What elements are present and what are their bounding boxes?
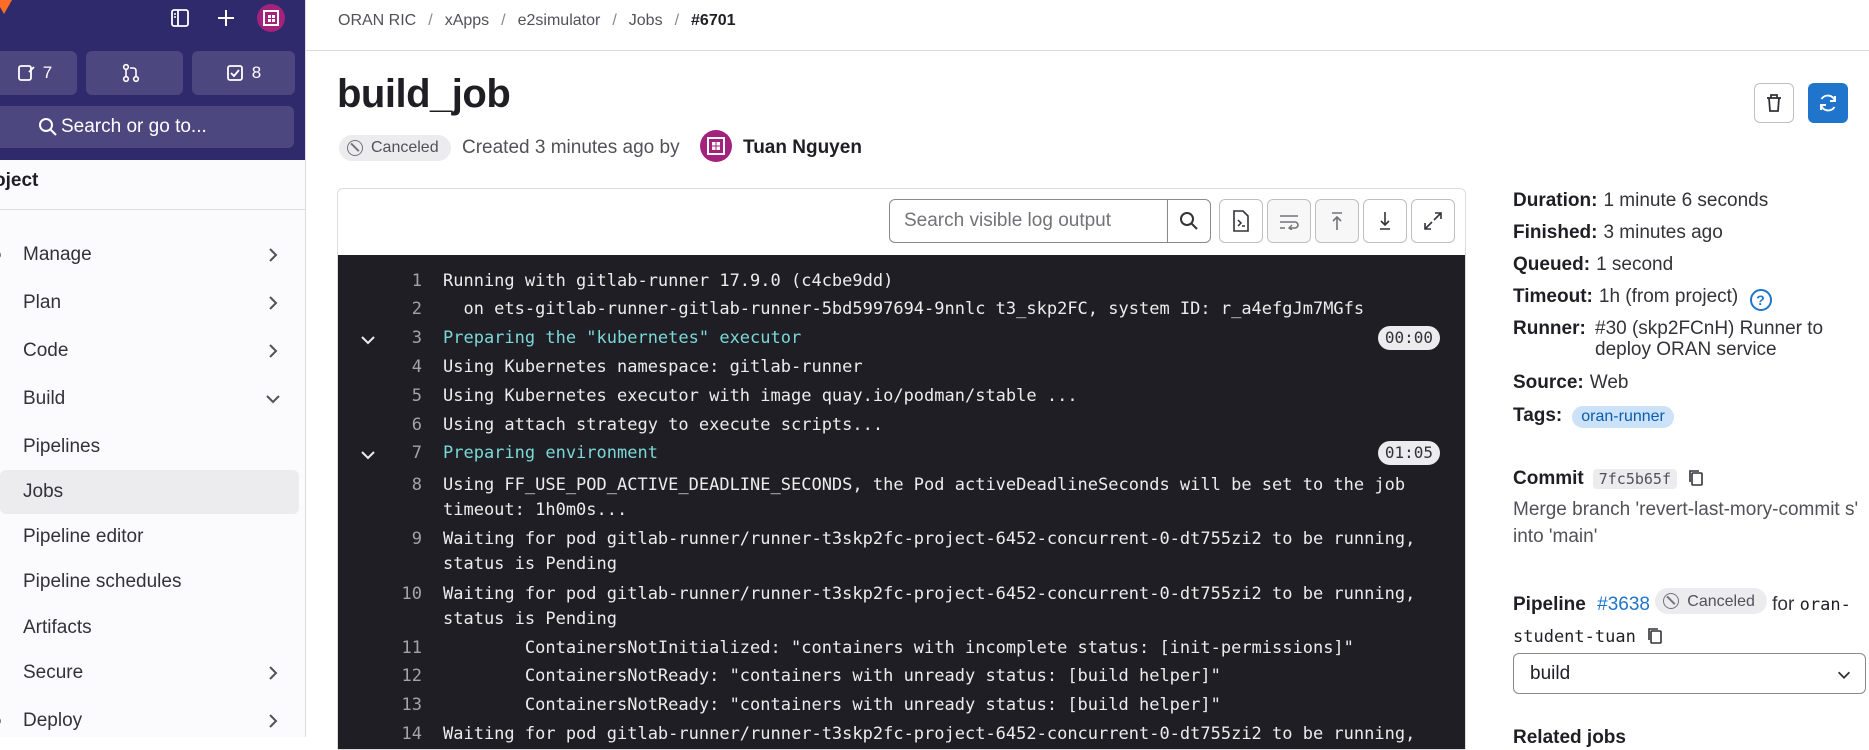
issues-icon xyxy=(17,65,35,81)
stage-select[interactable]: build xyxy=(1513,653,1866,694)
manage-icon xyxy=(0,247,6,263)
issues-counter-button[interactable]: 7 xyxy=(0,51,77,95)
sidebar-item-deploy[interactable]: Deploy xyxy=(0,699,299,737)
commit-sha-link[interactable]: 7fc5b65f xyxy=(1592,469,1677,489)
create-new-icon[interactable] xyxy=(212,4,240,32)
todos-counter-button[interactable]: 8 xyxy=(192,51,295,95)
canceled-status-icon xyxy=(347,140,363,156)
commit-message: Merge branch 'revert-last-mory-commit s'… xyxy=(1513,499,1859,547)
pipeline-row: Pipeline #3638 Canceled for oran-student… xyxy=(1513,588,1869,653)
wrap-lines-button[interactable] xyxy=(1267,199,1311,243)
merge-requests-counter-button[interactable] xyxy=(86,51,183,95)
runner-row: Runner: #30 (skp2FCnH) Runner to deploy … xyxy=(1513,318,1824,360)
copy-icon[interactable] xyxy=(1688,469,1704,487)
breadcrumb-current[interactable]: #6701 xyxy=(691,12,736,30)
sidebar-item-pipelines[interactable]: Pipelines xyxy=(0,425,299,469)
fullscreen-button[interactable] xyxy=(1411,199,1455,243)
breadcrumb: ORAN RIC / xApps / e2simulator / Jobs / … xyxy=(338,10,736,32)
section-duration-badge: 01:05 xyxy=(1377,441,1440,465)
scroll-to-top-button[interactable] xyxy=(1315,199,1359,243)
chevron-right-icon xyxy=(269,666,278,680)
left-sidebar: 7 8 Search or go to... oject Manage Plan… xyxy=(0,0,306,737)
chevron-right-icon xyxy=(269,714,278,728)
log-search-input[interactable] xyxy=(889,199,1167,243)
log-toolbar xyxy=(338,189,1465,255)
canceled-status-icon xyxy=(1663,593,1680,609)
copy-icon[interactable] xyxy=(1647,627,1663,645)
sidebar-item-secure[interactable]: Secure xyxy=(0,651,299,695)
search-icon xyxy=(1180,212,1198,230)
show-raw-log-button[interactable] xyxy=(1219,199,1263,243)
breadcrumb-separator: / xyxy=(428,12,433,29)
toggle-sidebar-icon[interactable] xyxy=(166,4,194,32)
commit-row: Commit 7fc5b65f xyxy=(1513,468,1704,490)
status-badge[interactable]: Canceled xyxy=(339,135,451,161)
sidebar-header: 7 8 Search or go to... xyxy=(0,0,305,160)
maximize-icon xyxy=(1424,212,1442,230)
sidebar-item-jobs[interactable]: Jobs xyxy=(0,470,299,514)
scroll-to-bottom-button[interactable] xyxy=(1363,199,1407,243)
timeout-row: Timeout: 1h (from project) ? xyxy=(1513,286,1772,311)
related-jobs-heading: Related jobs xyxy=(1513,727,1626,748)
sidebar-item-artifacts[interactable]: Artifacts xyxy=(0,606,299,650)
sidebar-divider xyxy=(0,209,305,210)
sidebar-item-code[interactable]: Code xyxy=(0,329,299,373)
breadcrumb-separator: / xyxy=(501,12,506,29)
deploy-icon xyxy=(0,713,6,729)
tags-row: Tags: oran-runner xyxy=(1513,405,1674,428)
breadcrumb-separator: / xyxy=(674,12,680,29)
merge-request-icon xyxy=(122,63,139,83)
scroll-up-icon xyxy=(1332,212,1342,230)
todo-icon xyxy=(226,65,243,81)
chevron-right-icon xyxy=(269,344,278,358)
page-title: build_job xyxy=(337,72,511,116)
breadcrumb-item[interactable]: xApps xyxy=(445,12,489,30)
search-or-go-to-button[interactable]: Search or go to... xyxy=(0,106,294,148)
job-details-sidebar: Duration: 1 minute 6 seconds Finished: 3 m… xyxy=(1513,0,1869,748)
job-log-panel: 1 Running with gitlab-runner 17.9.0 (c4c… xyxy=(337,188,1466,750)
breadcrumb-item[interactable]: ORAN RIC xyxy=(338,12,416,30)
queued-row: Queued: 1 second xyxy=(1513,254,1674,275)
chevron-down-icon xyxy=(266,395,280,404)
text-wrap-icon xyxy=(1280,215,1299,230)
breadcrumb-item[interactable]: e2simulator xyxy=(518,12,601,30)
sidebar-item-pipeline-schedules[interactable]: Pipeline schedules xyxy=(0,560,299,604)
finished-row: Finished: 3 minutes ago xyxy=(1513,222,1723,243)
breadcrumb-item[interactable]: Jobs xyxy=(629,12,663,30)
raw-file-icon xyxy=(1233,210,1249,232)
project-heading: oject xyxy=(0,170,39,191)
pipeline-link[interactable]: #3638 xyxy=(1597,594,1650,615)
chevron-down-icon xyxy=(1837,671,1851,679)
sidebar-item-build[interactable]: Build xyxy=(0,377,299,421)
search-icon xyxy=(39,118,57,136)
sidebar-item-plan[interactable]: Plan xyxy=(0,281,299,325)
help-icon[interactable]: ? xyxy=(1749,289,1772,311)
log-search-button[interactable] xyxy=(1167,199,1211,243)
scroll-down-icon xyxy=(1380,212,1390,230)
author-link[interactable]: Tuan Nguyen xyxy=(743,137,862,159)
sidebar-item-manage[interactable]: Manage xyxy=(0,233,299,277)
duration-row: Duration: 1 minute 6 seconds xyxy=(1513,190,1769,211)
avatar[interactable] xyxy=(700,130,732,162)
gitlab-logo-icon[interactable] xyxy=(0,0,14,20)
build-icon xyxy=(0,391,6,407)
section-duration-badge: 00:00 xyxy=(1377,326,1440,350)
runner-tag-badge: oran-runner xyxy=(1572,406,1674,428)
log-output: 1 Running with gitlab-runner 17.9.0 (c4c… xyxy=(338,255,1465,749)
chevron-right-icon xyxy=(269,296,278,310)
user-avatar-icon[interactable] xyxy=(257,4,285,32)
source-row: Source: Web xyxy=(1513,372,1629,393)
created-meta: Created 3 minutes ago by xyxy=(462,137,680,158)
breadcrumb-separator: / xyxy=(612,12,617,29)
chevron-right-icon xyxy=(269,248,278,262)
sidebar-item-pipeline-editor[interactable]: Pipeline editor xyxy=(0,515,299,559)
pipeline-status-badge[interactable]: Canceled xyxy=(1655,588,1767,614)
